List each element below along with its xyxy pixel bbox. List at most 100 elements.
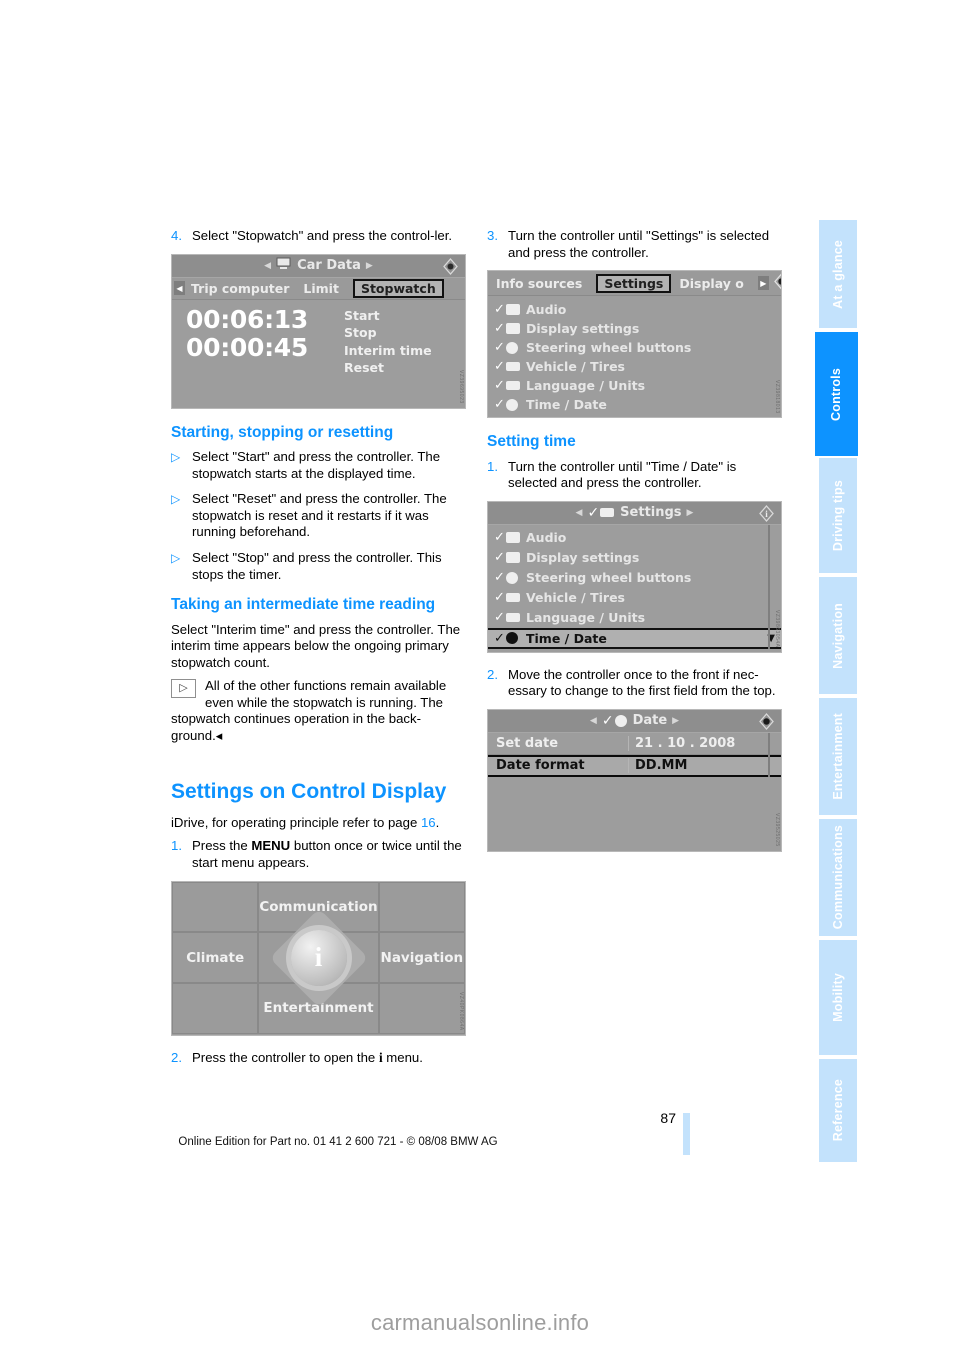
right-chevron-icon: ▶ [672,715,680,726]
time-date-icon: ✓ [602,713,627,729]
figure-info-settings-screen: Info sources Settings Display o ▶ ✓ Audi… [487,270,782,419]
stopwatch-option-stop[interactable]: Stop [344,324,465,342]
list-item-vehicle-tires[interactable]: ✓ Vehicle / Tires [488,357,781,376]
list-item-steering-wheel-buttons[interactable]: ✓ Steering wheel buttons [488,338,781,357]
step-text-a: Press the [192,838,252,854]
list-item-display-settings[interactable]: ✓ Display settings [488,548,781,568]
sidebar-tab-driving-tips[interactable]: Driving tips [819,458,857,575]
vehicle-tires-icon: ✓ [494,590,521,605]
step-number: 2. [171,1049,182,1065]
tab-scroll-left-icon[interactable]: ◀ [174,281,185,296]
scrollbar[interactable] [768,732,770,777]
sidebar-tab-entertainment[interactable]: Entertainment [819,698,857,817]
menu-item-navigation[interactable]: Navigation [378,932,465,983]
list-item-steering-wheel-buttons[interactable]: ✓ Steering wheel buttons [488,568,781,588]
step-4: 4. Select "Stopwatch" and press the cont… [171,228,466,245]
steering-wheel-icon: ✓ [494,570,521,585]
screen-title: Car Data [297,258,361,274]
note-text: All of the other functions remain availa… [171,678,447,744]
note-block: ▷ All of the other functions remain avai… [171,678,466,744]
left-chevron-icon: ◀ [575,507,583,518]
footer-accent-bar [683,1113,690,1155]
sidebar-tab-label: Reference [830,1079,845,1142]
date-row-key: Set date [496,735,559,751]
list-item-label: Audio [526,302,567,318]
scrollbar[interactable] [768,524,770,649]
tab-scroll-right-icon[interactable]: ▶ [757,276,769,291]
right-chevron-icon: ▶ [686,507,694,518]
figure-code: VZ40PK0864A [458,992,464,1031]
step-text: Press the MENU button once or twice unti… [192,838,466,871]
monitor-icon [276,257,291,274]
time-date-icon: ✓ [494,631,521,646]
menu-item-climate[interactable]: Climate [172,932,259,983]
list-item-time-date[interactable]: ✓ Time / Date [488,395,781,414]
list-item-language-units[interactable]: ✓ Language / Units [488,376,781,395]
screen-tab-limit[interactable]: Limit [303,281,339,296]
bullet-text: Select "Start" and press the controller.… [192,448,441,481]
sidebar-tab-navigation[interactable]: Navigation [819,577,857,696]
language-units-icon: ✓ [494,610,521,625]
screen-tab-display-o[interactable]: Display o [679,276,743,291]
bullet-text: Select "Reset" and press the controller.… [192,491,447,540]
date-row-date-format[interactable]: Date format DD.MM [488,754,781,777]
sidebar-tab-label: At a glance [830,239,845,309]
controller-knob-icon [773,273,781,293]
triangle-bullet-icon: ▷ [171,492,181,507]
step-text: Press the controller to open the i menu. [192,1050,466,1067]
screen-tab-stopwatch[interactable]: Stopwatch [352,278,444,298]
display-settings-icon: ✓ [494,550,521,565]
section-tab-rail: At a glance Controls Driving tips Naviga… [815,220,860,1162]
controller-knob-icon [442,257,459,275]
figure-code: VZ39695023 [458,369,464,404]
list-item-audio[interactable]: ✓ Audio [488,300,781,319]
list-item-audio[interactable]: ✓ Audio [488,528,781,548]
step-text: Turn the controller until "Settings" is … [508,228,770,260]
stopwatch-option-interim-time[interactable]: Interim time [344,342,465,360]
screen-tab-strip: Info sources Settings Display o ▶ [488,271,781,297]
i-icon-label: i [314,942,323,973]
screen-content: Set date 21 . 10 . 2008 Date format DD.M… [488,732,781,777]
stopwatch-option-reset[interactable]: Reset [344,359,465,377]
date-row-set-date[interactable]: Set date 21 . 10 . 2008 [488,733,781,755]
note-end-marker: ◂ [215,728,223,744]
list-item-label: Display settings [526,550,640,566]
sidebar-tab-reference[interactable]: Reference [819,1059,857,1162]
idrive-intro-text: iDrive, for operating principle refer to… [171,814,421,830]
list-item-label: Language / Units [526,610,646,626]
step-number: 2. [487,666,498,682]
list-item-time-date-selected[interactable]: ✓ Time / Date ▼ [488,627,781,649]
sidebar-tab-label: Mobility [830,973,845,1022]
list-item-label: Language / Units [526,378,646,394]
screen-tab-settings[interactable]: Settings [596,273,672,293]
screen-title-bar: ◀ ✓ Settings ▶ i [488,501,781,525]
screen-content: ✓ Audio ✓ Display settings ✓ Steering wh… [488,296,781,414]
page-reference-link[interactable]: 16 [421,815,436,830]
sidebar-tab-communications[interactable]: Communications [819,819,857,938]
menu-cell-empty-bl: . [172,982,259,1034]
screen-tab-strip: ◀ Trip computer Limit Stopwatch [172,277,465,300]
screen-title: Date [632,713,668,729]
idrive-intro: iDrive, for operating principle refer to… [171,815,466,832]
screen-tab-info-sources[interactable]: Info sources [496,276,582,291]
bullet-item: ▷ Select "Reset" and press the controlle… [171,491,466,541]
stopwatch-times: 00:06:13 00:00:45 [172,305,344,408]
display-settings-icon: ✓ [494,321,521,336]
figure-code: VZ39818013 [774,379,780,414]
controller-i-knob-icon[interactable]: i [290,929,347,986]
stopwatch-option-start[interactable]: Start [344,307,465,325]
sidebar-tab-mobility[interactable]: Mobility [819,940,857,1057]
start-menu-grid: . Communication . Climate . Navigation .… [172,881,465,1034]
audio-icon: ✓ [494,302,521,317]
sidebar-tab-controls[interactable]: Controls [815,332,858,456]
list-item-vehicle-tires[interactable]: ✓ Vehicle / Tires [488,588,781,608]
screen-tab-trip-computer[interactable]: Trip computer [191,281,289,296]
step-text-a: Press the controller to open the [192,1049,379,1065]
list-item-language-units[interactable]: ✓ Language / Units [488,608,781,628]
step-number: 1. [171,838,182,854]
note-triangle-icon: ▷ [171,679,196,699]
list-item-display-settings[interactable]: ✓ Display settings [488,319,781,338]
step-number: 4. [171,228,182,243]
triangle-bullet-icon: ▷ [171,449,181,464]
sidebar-tab-at-a-glance[interactable]: At a glance [819,220,857,330]
